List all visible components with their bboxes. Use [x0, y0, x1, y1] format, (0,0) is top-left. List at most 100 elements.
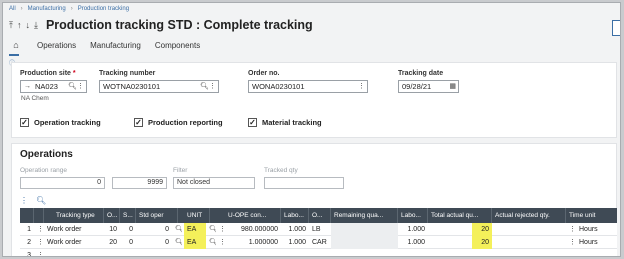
production-site-label: Production site *: [20, 70, 76, 77]
chevron-right-icon: ›: [20, 6, 23, 12]
labor-2-cell[interactable]: 1.000: [398, 223, 428, 236]
breadcrumb-all[interactable]: All: [9, 6, 16, 12]
tracking-number-field[interactable]: WOTNA0230101 🔍︎ ⋮: [99, 80, 219, 93]
labor-cell[interactable]: 1.000: [281, 236, 309, 249]
operation-range-label: Operation range: [20, 167, 67, 174]
column-header-total-actual-quantity[interactable]: Total actual qu...: [428, 208, 492, 223]
tracked-qty-field[interactable]: [264, 177, 344, 189]
table-row[interactable]: 2 ⋮ Work order 20 0 0 🔍︎ ⋮ EA 🔍︎ ⋮ 1.000…: [20, 236, 617, 249]
table-row[interactable]: 1 ⋮ Work order 10 0 0 🔍︎ ⋮ EA 🔍︎ ⋮ 980.0…: [20, 223, 617, 236]
column-header-labor-2[interactable]: Labo...: [398, 208, 428, 223]
search-icon[interactable]: 🔍︎: [36, 196, 46, 205]
tracking-date-field[interactable]: 09/28/21 ▦: [398, 80, 459, 93]
remaining-quantity-cell[interactable]: [331, 236, 398, 249]
previous-record-icon[interactable]: ↑: [17, 20, 22, 31]
column-header-unit[interactable]: UNIT: [184, 208, 210, 223]
tracking-type-cell[interactable]: Work order: [44, 236, 104, 249]
operation-tracking-checkbox[interactable]: ✓ Operation tracking: [20, 118, 101, 127]
next-record-icon[interactable]: ↓: [25, 20, 30, 31]
column-header-tracking-type[interactable]: Tracking type: [44, 208, 104, 223]
tracking-type-cell[interactable]: Work order: [44, 223, 104, 236]
tab-operations[interactable]: Operations: [37, 41, 76, 50]
tab-manufacturing[interactable]: Manufacturing: [90, 41, 141, 50]
labor-cell[interactable]: 1.000: [281, 223, 309, 236]
header-section: Production site * → NA023 🔍︎ ⋮ NA Chem T…: [11, 62, 617, 138]
checkmark-icon[interactable]: ✓: [134, 118, 143, 127]
total-actual-quantity-cell[interactable]: 20: [472, 223, 492, 236]
tracking-date-value: 09/28/21: [402, 82, 432, 91]
actual-rejected-qty-cell[interactable]: [492, 236, 566, 249]
breadcrumb-production-tracking[interactable]: Production tracking: [78, 6, 129, 12]
time-unit-cell[interactable]: Hours: [576, 236, 617, 249]
column-header-time-unit[interactable]: Time unit: [566, 208, 617, 223]
s-cell[interactable]: 0: [120, 236, 136, 249]
time-unit-cell[interactable]: Hours: [576, 223, 617, 236]
checkmark-icon[interactable]: ✓: [20, 118, 29, 127]
material-tracking-checkbox[interactable]: ✓ Material tracking: [248, 118, 322, 127]
operation-cell[interactable]: 20: [104, 236, 120, 249]
order-no-field[interactable]: WONA0230101 ⋮: [248, 80, 368, 93]
o-cell[interactable]: LB: [309, 223, 331, 236]
row-menu-icon[interactable]: ⋮: [34, 223, 44, 236]
last-record-icon[interactable]: ⤓: [34, 20, 38, 31]
operation-tracking-label: Operation tracking: [34, 118, 101, 127]
calendar-icon[interactable]: ▦: [449, 81, 456, 92]
operations-section: Operations Operation range 0 9999 Filter…: [11, 143, 617, 257]
more-options-icon[interactable]: ⋮: [209, 81, 216, 92]
search-icon[interactable]: 🔍︎: [206, 223, 216, 236]
row-menu-icon[interactable]: ⋮: [34, 236, 44, 249]
row-menu-icon[interactable]: ⋮: [34, 249, 44, 256]
std-oper-cell[interactable]: 0: [136, 236, 172, 249]
material-tracking-label: Material tracking: [262, 118, 322, 127]
arrow-right-icon[interactable]: →: [24, 81, 31, 92]
search-icon[interactable]: 🔍︎: [200, 81, 209, 92]
production-reporting-checkbox[interactable]: ✓ Production reporting: [134, 118, 223, 127]
column-header-remaining-quantity[interactable]: Remaining qua...: [331, 208, 398, 223]
range-from-field[interactable]: 0: [20, 177, 105, 189]
remaining-quantity-cell[interactable]: [331, 223, 398, 236]
breadcrumb-manufacturing[interactable]: Manufacturing: [28, 6, 66, 12]
column-header-u-ope-conversion[interactable]: U-OPE con...: [225, 208, 281, 223]
row-number: 3: [27, 252, 31, 257]
column-header-o[interactable]: O...: [309, 208, 331, 223]
side-panel-button[interactable]: [612, 20, 620, 36]
unit-cell[interactable]: EA: [184, 223, 206, 236]
search-icon[interactable]: 🔍︎: [68, 81, 77, 92]
range-to-field[interactable]: 9999: [112, 177, 167, 189]
column-header-operation[interactable]: O...: [104, 208, 120, 223]
actual-rejected-qty-cell[interactable]: [492, 223, 566, 236]
more-options-icon[interactable]: ⋮: [566, 223, 576, 236]
s-cell[interactable]: 0: [120, 223, 136, 236]
column-header-labor[interactable]: Labo...: [281, 208, 309, 223]
unit-cell[interactable]: EA: [184, 236, 206, 249]
std-oper-cell[interactable]: 0: [136, 223, 172, 236]
column-header-std-oper[interactable]: Std oper: [136, 208, 178, 223]
o-cell[interactable]: CAR: [309, 236, 331, 249]
more-options-icon[interactable]: ⋮: [566, 236, 576, 249]
checkmark-icon[interactable]: ✓: [248, 118, 257, 127]
column-header-row-number: [20, 208, 34, 223]
more-options-icon[interactable]: ⋮: [77, 81, 84, 92]
labor-2-cell[interactable]: 1.000: [398, 236, 428, 249]
search-icon[interactable]: 🔍︎: [206, 236, 216, 249]
production-site-field[interactable]: → NA023 🔍︎ ⋮: [20, 80, 87, 93]
tab-bar: ⌂ Operations Manufacturing Components: [9, 40, 200, 50]
u-ope-conversion-cell[interactable]: 1.000000: [225, 236, 281, 249]
tab-components[interactable]: Components: [155, 41, 200, 50]
total-actual-quantity-cell[interactable]: 20: [472, 236, 492, 249]
active-tab-indicator: [9, 54, 19, 56]
home-icon[interactable]: ⌂: [9, 40, 23, 50]
table-row[interactable]: 3 ⋮: [20, 249, 617, 257]
first-record-icon[interactable]: ⤒: [9, 20, 13, 31]
filter-field[interactable]: Not closed: [173, 177, 255, 189]
more-options-icon[interactable]: ⋮: [216, 236, 224, 249]
u-ope-conversion-cell[interactable]: 980.000000: [225, 223, 281, 236]
operation-cell[interactable]: 10: [104, 223, 120, 236]
column-header-actual-rejected-qty[interactable]: Actual rejected qty.: [492, 208, 566, 223]
more-options-icon[interactable]: ⋮: [216, 223, 224, 236]
column-header-s[interactable]: S...: [120, 208, 136, 223]
more-options-icon[interactable]: ⋮: [20, 196, 28, 205]
tracking-number-value: WOTNA0230101: [103, 82, 161, 91]
more-options-icon[interactable]: ⋮: [358, 81, 365, 92]
chevron-right-icon: ›: [70, 6, 73, 12]
